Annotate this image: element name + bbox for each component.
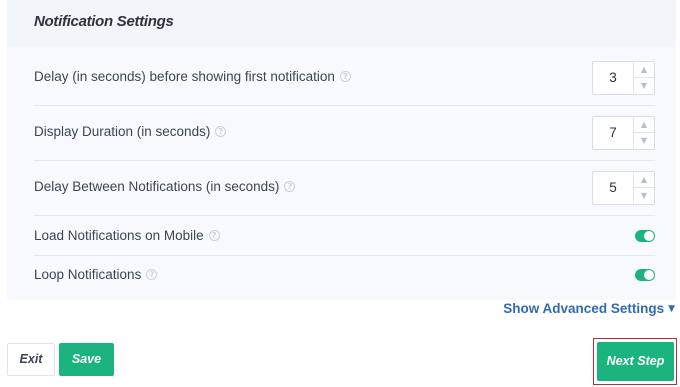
stepper-value[interactable]: 5 xyxy=(593,172,633,204)
help-icon[interactable]: ? xyxy=(284,181,296,192)
setting-label-text: Delay (in seconds) before showing first … xyxy=(34,69,335,84)
help-icon[interactable]: ? xyxy=(208,230,220,241)
load-mobile-toggle[interactable] xyxy=(635,230,655,242)
stepper-up-icon[interactable]: ▲ xyxy=(634,62,654,78)
setting-label: Load Notifications on Mobile ? xyxy=(34,228,220,243)
next-step-button[interactable]: Next Step xyxy=(597,342,674,381)
setting-label: Loop Notifications ? xyxy=(34,267,158,282)
stepper-down-icon[interactable]: ▼ xyxy=(634,188,654,204)
setting-row-load-mobile: Load Notifications on Mobile ? xyxy=(34,216,655,256)
between-delay-stepper[interactable]: 5 ▲ ▼ xyxy=(592,171,655,205)
exit-button[interactable]: Exit xyxy=(7,343,55,376)
save-button[interactable]: Save xyxy=(59,343,114,376)
stepper-up-icon[interactable]: ▲ xyxy=(634,172,654,188)
panel-title: Notification Settings xyxy=(34,13,174,30)
setting-row-first-delay: Delay (in seconds) before showing first … xyxy=(34,51,655,106)
stepper-buttons: ▲ ▼ xyxy=(633,62,654,94)
show-advanced-settings-link[interactable]: Show Advanced Settings ▼ xyxy=(503,301,675,316)
stepper-value[interactable]: 7 xyxy=(593,117,633,149)
setting-label-text: Display Duration (in seconds) xyxy=(34,124,211,139)
toggle-knob xyxy=(644,231,654,241)
panel-header: Notification Settings xyxy=(7,0,676,47)
first-delay-stepper[interactable]: 3 ▲ ▼ xyxy=(592,61,655,95)
help-icon[interactable]: ? xyxy=(339,71,351,82)
help-icon[interactable]: ? xyxy=(146,269,158,280)
advanced-link-label[interactable]: Show Advanced Settings xyxy=(503,301,664,316)
stepper-buttons: ▲ ▼ xyxy=(633,117,654,149)
setting-row-between-delay: Delay Between Notifications (in seconds)… xyxy=(34,161,655,216)
setting-label: Display Duration (in seconds) ? xyxy=(34,124,227,139)
caret-down-icon[interactable]: ▼ xyxy=(668,304,675,314)
setting-row-display-duration: Display Duration (in seconds) ? 7 ▲ ▼ xyxy=(34,106,655,161)
setting-label: Delay Between Notifications (in seconds)… xyxy=(34,179,296,194)
setting-row-loop: Loop Notifications ? xyxy=(34,256,655,296)
setting-label: Delay (in seconds) before showing first … xyxy=(34,69,351,84)
stepper-up-icon[interactable]: ▲ xyxy=(634,117,654,133)
setting-label-text: Loop Notifications xyxy=(34,267,142,282)
stepper-down-icon[interactable]: ▼ xyxy=(634,78,654,94)
display-duration-stepper[interactable]: 7 ▲ ▼ xyxy=(592,116,655,150)
stepper-value[interactable]: 3 xyxy=(593,62,633,94)
notification-settings-panel: Notification Settings Delay (in seconds)… xyxy=(7,0,676,300)
help-icon[interactable]: ? xyxy=(215,126,227,137)
stepper-buttons: ▲ ▼ xyxy=(633,172,654,204)
toggle-knob xyxy=(644,270,654,280)
setting-label-text: Load Notifications on Mobile xyxy=(34,228,204,243)
stepper-down-icon[interactable]: ▼ xyxy=(634,133,654,149)
loop-toggle[interactable] xyxy=(635,269,655,281)
setting-label-text: Delay Between Notifications (in seconds) xyxy=(34,179,280,194)
